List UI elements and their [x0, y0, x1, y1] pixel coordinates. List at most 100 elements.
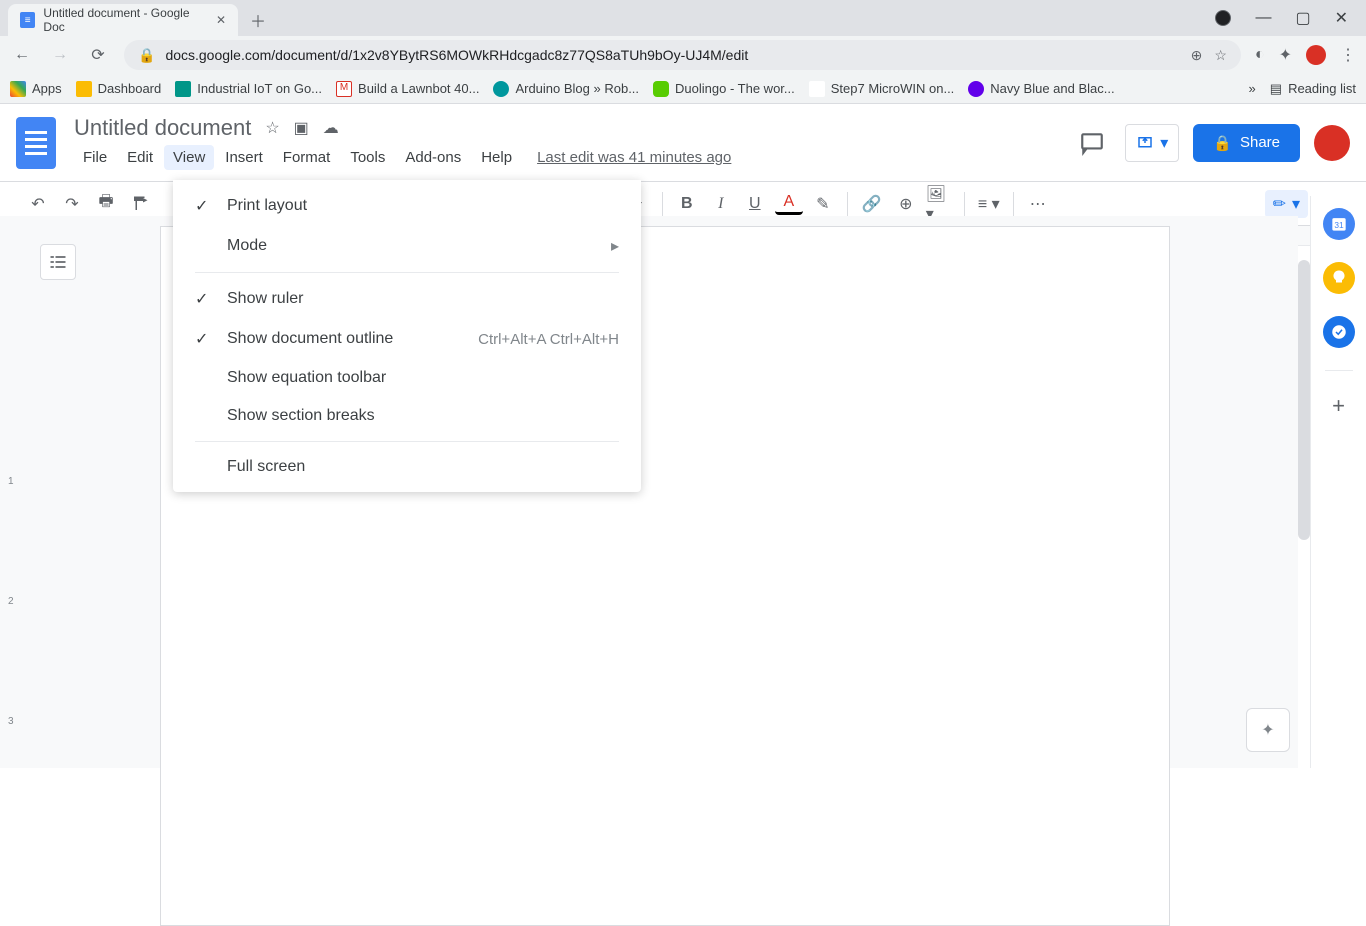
keep-icon[interactable]: [1323, 262, 1355, 294]
vertical-ruler[interactable]: 1 2 3: [0, 216, 32, 768]
tab-bar: ≡ Untitled document - Google Doc ✕ ＋ — ▢…: [0, 0, 1366, 36]
back-icon[interactable]: ←: [10, 46, 34, 64]
bookmark-item[interactable]: Navy Blue and Blac...: [968, 81, 1114, 97]
present-button[interactable]: ▾: [1125, 124, 1179, 162]
extensions-menu-icon[interactable]: ✦: [1279, 45, 1292, 65]
menu-bar: File Edit View Insert Format Tools Add-o…: [74, 145, 1073, 170]
bookmark-item[interactable]: Step7 MicroWIN on...: [809, 81, 955, 97]
chevron-down-icon: ▾: [1160, 133, 1168, 153]
star-icon[interactable]: ☆: [265, 118, 279, 138]
profile-indicator-icon[interactable]: [1215, 10, 1231, 26]
menu-view[interactable]: View: [164, 145, 214, 170]
tab-title: Untitled document - Google Doc: [43, 6, 208, 34]
view-dropdown-menu: ✓ Print layout Mode ▸ ✓ Show ruler ✓ Sho…: [173, 180, 641, 492]
move-icon[interactable]: ▣: [294, 118, 309, 138]
menu-item-mode[interactable]: Mode ▸: [173, 226, 641, 266]
bookmark-item[interactable]: Industrial IoT on Go...: [175, 81, 322, 97]
reload-icon[interactable]: ⟳: [86, 45, 110, 65]
address-bar: ← → ⟳ 🔒 docs.google.com/document/d/1x2v8…: [0, 36, 1366, 74]
doc-meta: Untitled document ☆ ▣ ☁ File Edit View I…: [74, 115, 1073, 170]
check-icon: ✓: [195, 289, 213, 309]
sidebar-separator: [1325, 370, 1353, 371]
keyboard-shortcut: Ctrl+Alt+A Ctrl+Alt+H: [478, 331, 619, 348]
bookmark-apps[interactable]: Apps: [10, 81, 62, 97]
star-icon[interactable]: ☆: [1214, 47, 1227, 64]
menu-tools[interactable]: Tools: [341, 145, 394, 170]
add-addon-icon[interactable]: +: [1332, 393, 1345, 419]
maximize-icon[interactable]: ▢: [1295, 8, 1310, 28]
menu-item-show-outline[interactable]: ✓ Show document outline Ctrl+Alt+A Ctrl+…: [173, 319, 641, 359]
docs-header: Untitled document ☆ ▣ ☁ File Edit View I…: [0, 104, 1366, 182]
undo-icon[interactable]: ↶: [24, 190, 52, 218]
highlight-icon[interactable]: ✎: [809, 190, 837, 218]
lock-icon[interactable]: 🔒: [138, 47, 155, 64]
redo-icon[interactable]: ↷: [58, 190, 86, 218]
browser-chrome: ≡ Untitled document - Google Doc ✕ ＋ — ▢…: [0, 0, 1366, 104]
close-window-icon[interactable]: ✕: [1335, 8, 1348, 28]
bold-icon[interactable]: B: [673, 190, 701, 218]
menu-addons[interactable]: Add-ons: [396, 145, 470, 170]
link-icon[interactable]: 🔗: [858, 190, 886, 218]
new-tab-button[interactable]: ＋: [244, 6, 272, 34]
docs-logo-icon[interactable]: [16, 117, 56, 169]
document-title[interactable]: Untitled document: [74, 115, 251, 141]
tasks-icon[interactable]: [1323, 316, 1355, 348]
image-icon[interactable]: 🖼 ▾: [926, 190, 954, 218]
vertical-scrollbar[interactable]: [1298, 260, 1310, 540]
cloud-status-icon[interactable]: ☁: [323, 118, 339, 138]
bookmark-item[interactable]: Dashboard: [76, 81, 162, 97]
menu-help[interactable]: Help: [472, 145, 521, 170]
check-icon: ✓: [195, 329, 213, 349]
last-edit-link[interactable]: Last edit was 41 minutes ago: [537, 149, 731, 166]
check-icon: ✓: [195, 196, 213, 216]
menu-item-section-breaks[interactable]: Show section breaks: [173, 397, 641, 435]
bookmark-item[interactable]: MBuild a Lawnbot 40...: [336, 81, 479, 97]
menu-item-full-screen[interactable]: Full screen: [173, 448, 641, 486]
menu-edit[interactable]: Edit: [118, 145, 162, 170]
format-paint-icon[interactable]: [126, 190, 154, 218]
extension-icon[interactable]: ◐: [1255, 46, 1265, 64]
menu-file[interactable]: File: [74, 145, 116, 170]
print-icon[interactable]: 🖶: [92, 190, 120, 218]
bookmark-item[interactable]: Duolingo - The wor...: [653, 81, 795, 97]
menu-item-equation-toolbar[interactable]: Show equation toolbar: [173, 359, 641, 397]
minimize-icon[interactable]: —: [1255, 9, 1271, 27]
outline-toggle-button[interactable]: [40, 244, 76, 280]
more-icon[interactable]: ⋯: [1024, 190, 1052, 218]
reading-list-button[interactable]: ▤Reading list: [1270, 81, 1356, 97]
extension-icons: ◐ ✦ ⋮: [1255, 45, 1356, 65]
side-panel: 31 +: [1310, 196, 1366, 768]
forward-icon: →: [48, 46, 72, 64]
underline-icon[interactable]: U: [741, 190, 769, 218]
explore-button[interactable]: ✦: [1246, 708, 1290, 752]
browser-tab[interactable]: ≡ Untitled document - Google Doc ✕: [8, 4, 238, 36]
bookmark-item[interactable]: Arduino Blog » Rob...: [493, 81, 639, 97]
bookmarks-bar: Apps Dashboard Industrial IoT on Go... M…: [0, 74, 1366, 104]
profile-avatar-icon[interactable]: [1306, 45, 1326, 65]
menu-icon[interactable]: ⋮: [1340, 45, 1356, 65]
chevron-down-icon: ▾: [1292, 194, 1300, 214]
menu-item-print-layout[interactable]: ✓ Print layout: [173, 186, 641, 226]
comments-icon[interactable]: [1073, 124, 1111, 162]
lock-icon: 🔒: [1213, 134, 1232, 152]
share-button[interactable]: 🔒 Share: [1193, 124, 1300, 162]
reading-list-icon: ▤: [1270, 81, 1282, 97]
text-color-icon[interactable]: A: [775, 193, 803, 215]
header-actions: ▾ 🔒 Share: [1073, 124, 1350, 162]
italic-icon[interactable]: I: [707, 190, 735, 218]
close-icon[interactable]: ✕: [216, 13, 226, 27]
svg-text:31: 31: [1334, 220, 1344, 230]
comment-icon[interactable]: ⊕: [892, 190, 920, 218]
calendar-icon[interactable]: 31: [1323, 208, 1355, 240]
url-input[interactable]: 🔒 docs.google.com/document/d/1x2v8YBytRS…: [124, 40, 1241, 70]
menu-separator: [195, 441, 619, 442]
zoom-icon[interactable]: ⊕: [1191, 47, 1203, 64]
menu-insert[interactable]: Insert: [216, 145, 272, 170]
bookmarks-overflow-icon[interactable]: »: [1249, 81, 1256, 96]
align-icon[interactable]: ≡ ▾: [975, 190, 1003, 218]
menu-format[interactable]: Format: [274, 145, 340, 170]
user-avatar[interactable]: [1314, 125, 1350, 161]
menu-item-show-ruler[interactable]: ✓ Show ruler: [173, 279, 641, 319]
editing-mode-button[interactable]: ✏ ▾: [1265, 190, 1308, 218]
pencil-icon: ✏: [1273, 194, 1286, 214]
